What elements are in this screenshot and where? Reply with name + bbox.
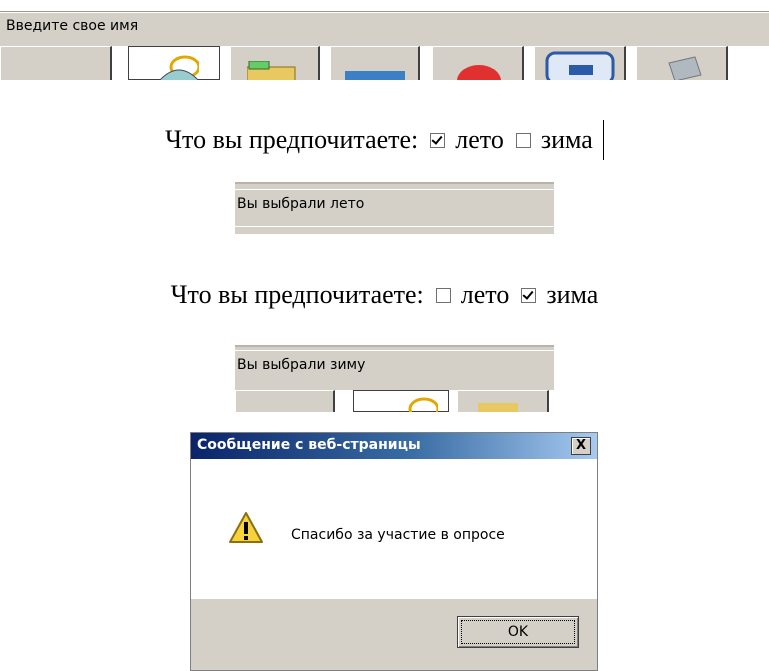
folder-icon (247, 61, 296, 80)
close-icon: X (575, 438, 587, 453)
keyboard-icon (545, 51, 615, 80)
summer-label-1: лето (455, 125, 504, 154)
dialog-close-button[interactable]: X (571, 437, 591, 455)
toolbar-button-5[interactable] (432, 46, 524, 80)
dialog-message: Спасибо за участие в опросе (291, 527, 505, 543)
result-2-text: Вы выбрали зиму (237, 357, 366, 373)
monitor-icon (345, 71, 405, 80)
result-1-bottom-rule (235, 226, 554, 227)
warning-icon (229, 512, 263, 543)
winter-label-2: зима (546, 280, 599, 309)
toolbar-button-4[interactable] (330, 46, 420, 80)
question-2-content: Что вы предпочитаете: лето зима (171, 280, 599, 310)
ok-button-label: OK (507, 624, 529, 640)
dialog-title: Сообщение с веб-страницы (197, 437, 421, 453)
winter-label-1: зима (540, 125, 593, 154)
paint-icon-fragment (408, 397, 438, 412)
ok-button[interactable]: OK (457, 616, 579, 648)
toolbar-button-2[interactable] (128, 46, 220, 80)
summer-checkbox-1[interactable] (430, 132, 446, 148)
summer-label-2: лето (460, 280, 510, 309)
dialog-title-bar[interactable]: Сообщение с веб-страницы X (191, 433, 597, 459)
stop-icon (457, 65, 501, 80)
toolbar-fragment-button-3[interactable] (457, 390, 549, 412)
toolbar-fragment-button-2[interactable] (353, 390, 449, 412)
name-prompt-bar: Введите свое имя (0, 11, 769, 46)
question-1-prompt: Что вы предпочитаете: (165, 125, 419, 154)
winter-checkbox-1[interactable] (515, 132, 531, 148)
top-toolbar-fragment: Введите свое имя (0, 0, 769, 80)
folder-icon-fragment (478, 403, 518, 412)
dialog-body: Спасибо за участие в опросе (191, 459, 597, 599)
question-row-1: Что вы предпочитаете: лето зима (0, 120, 769, 160)
toolbar-button-6[interactable] (534, 46, 626, 80)
result-1-text: Вы выбрали лето (237, 196, 365, 212)
result-bar-1: Вы выбрали лето (235, 182, 554, 234)
result-2-top-rule (235, 350, 554, 351)
summer-checkbox-2[interactable] (435, 287, 451, 303)
toolbar-row (0, 46, 769, 80)
question-1-content: Что вы предпочитаете: лето зима (165, 120, 604, 160)
toolbar-button-3[interactable] (230, 46, 320, 80)
toolbar-button-7[interactable] (636, 46, 728, 80)
toolbar-button-1[interactable] (0, 46, 112, 80)
message-dialog: Сообщение с веб-страницы X Спасибо за уч… (190, 432, 598, 671)
paint-icon (159, 55, 199, 80)
question-2-prompt: Что вы предпочитаете: (170, 280, 424, 309)
winter-checkbox-2[interactable] (521, 287, 537, 303)
text-caret (602, 120, 604, 160)
result-1-top-rule (235, 189, 554, 190)
toolbar-fragment-button-1[interactable] (235, 390, 335, 412)
toolbar-fragment-2 (235, 390, 555, 412)
name-prompt-label: Введите свое имя (6, 18, 139, 34)
question-row-2: Что вы предпочитаете: лето зима (0, 280, 769, 310)
result-bar-2: Вы выбрали зиму (235, 345, 554, 391)
scroll-icon (668, 56, 702, 80)
